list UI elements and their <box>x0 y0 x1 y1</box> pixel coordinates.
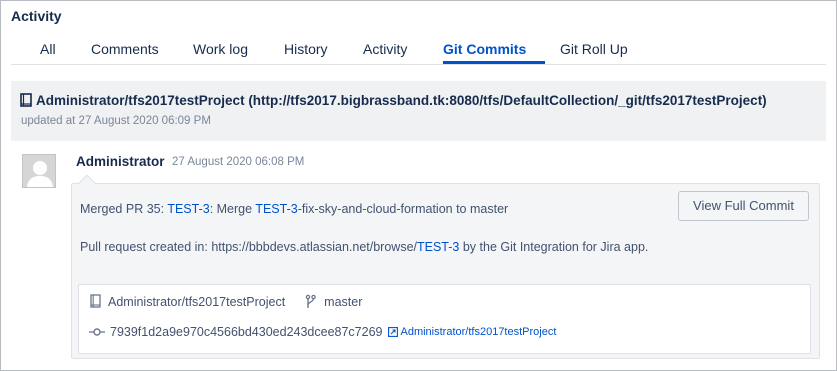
activity-tabs: All Comments Work log History Activity G… <box>11 37 826 65</box>
message-middle: : Merge <box>209 202 256 216</box>
repository-title: Administrator/tfs2017testProject (http:/… <box>36 93 767 108</box>
repo-branch-row: Administrator/tfs2017testProject master <box>89 294 362 309</box>
commit-message-line1: Merged PR 35: TEST-3: Merge TEST-3-fix-s… <box>80 202 508 216</box>
tab-activity[interactable]: Activity <box>363 41 407 57</box>
issue-link[interactable]: TEST-3 <box>255 202 297 216</box>
tab-git-roll-up[interactable]: Git Roll Up <box>560 41 628 57</box>
activity-panel: Activity All Comments Work log History A… <box>0 0 837 371</box>
git-commit-icon <box>89 327 105 337</box>
commit-details: Administrator/tfs2017testProject master <box>78 284 811 354</box>
tab-git-commits[interactable]: Git Commits <box>443 41 526 57</box>
external-link-icon[interactable] <box>387 327 398 337</box>
active-tab-indicator <box>443 61 545 64</box>
message-prefix: Merged PR 35: <box>80 202 168 216</box>
book-icon <box>89 294 102 309</box>
commit-date: 27 August 2020 06:08 PM <box>172 156 305 168</box>
view-full-commit-button[interactable]: View Full Commit <box>678 191 809 221</box>
issue-link[interactable]: TEST-3 <box>167 202 209 216</box>
message-suffix: by the Git Integration for Jira app. <box>459 240 649 254</box>
tab-work-log[interactable]: Work log <box>193 41 248 57</box>
avatar <box>22 154 56 188</box>
commit-author[interactable]: Administrator <box>76 154 165 169</box>
repository-header: Administrator/tfs2017testProject (http:/… <box>11 81 826 141</box>
repository-link[interactable]: Administrator/tfs2017testProject <box>401 326 557 338</box>
branch-name: master <box>324 294 363 309</box>
book-icon <box>19 93 36 108</box>
section-title: Activity <box>11 8 62 24</box>
issue-link[interactable]: TEST-3 <box>417 240 459 254</box>
commit-hash-row: 7939f1d2a9e970c4566bd430ed243dcee87c7269… <box>89 325 556 339</box>
commit-message-line2: Pull request created in: https://bbbdevs… <box>80 238 660 256</box>
tab-all[interactable]: All <box>40 41 56 57</box>
repository-name: Administrator/tfs2017testProject <box>108 294 286 309</box>
tab-history[interactable]: History <box>284 41 328 57</box>
repository-updated: updated at 27 August 2020 06:09 PM <box>21 115 211 127</box>
message-suffix: -fix-sky-and-cloud-formation to master <box>297 202 509 216</box>
repository-title-row: Administrator/tfs2017testProject (http:/… <box>19 93 767 108</box>
commit-hash[interactable]: 7939f1d2a9e970c4566bd430ed243dcee87c7269 <box>110 325 383 339</box>
git-branch-icon <box>305 294 316 309</box>
tab-comments[interactable]: Comments <box>91 41 159 57</box>
commit-card: Merged PR 35: TEST-3: Merge TEST-3-fix-s… <box>71 183 820 359</box>
default-user-icon <box>23 155 55 187</box>
message-prefix: Pull request created in: https://bbbdevs… <box>80 240 417 254</box>
